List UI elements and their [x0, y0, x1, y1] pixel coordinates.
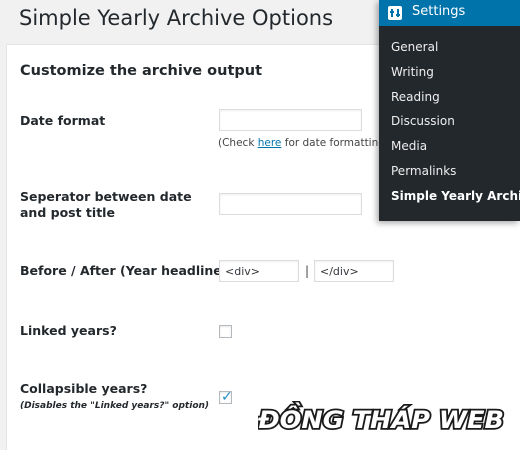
- menu-item-general[interactable]: General: [391, 40, 438, 54]
- before-after-separator: |: [305, 264, 310, 278]
- separator-input[interactable]: [219, 193, 362, 215]
- collapsible-years-label: Collapsible years?: [20, 381, 148, 396]
- page-title: Simple Yearly Archive Options: [19, 6, 334, 30]
- date-format-help-link[interactable]: here: [258, 137, 282, 149]
- checkmark-icon: ✓: [221, 389, 233, 405]
- collapsible-years-hint: (Disables the "Linked years?" option): [20, 401, 210, 411]
- settings-icon: [388, 6, 402, 20]
- menu-item-discussion[interactable]: Discussion: [391, 114, 455, 128]
- date-format-input[interactable]: [219, 109, 362, 131]
- collapsible-years-checkbox[interactable]: ✓: [219, 389, 233, 405]
- svg-text:ĐỒNG THÁP WEB: ĐỒNG THÁP WEB: [258, 401, 504, 434]
- linked-years-label: Linked years?: [20, 323, 117, 338]
- menu-item-simple-yearly-archive[interactable]: Simple Yearly Archive: [391, 189, 520, 203]
- menu-item-permalinks[interactable]: Permalinks: [391, 164, 456, 178]
- date-format-description: (Check here for date formatting): [218, 137, 390, 149]
- before-after-label: Before / After (Year headline): [20, 263, 228, 278]
- menu-item-reading[interactable]: Reading: [391, 90, 440, 104]
- menu-header-settings[interactable]: Settings: [379, 0, 520, 26]
- linked-years-checkbox[interactable]: [219, 325, 232, 338]
- after-input[interactable]: [314, 260, 394, 282]
- section-title: Customize the archive output: [20, 63, 263, 79]
- watermark-logo: ĐỒNG THÁP WEB: [258, 401, 506, 435]
- menu-item-writing[interactable]: Writing: [391, 65, 434, 79]
- date-format-label: Date format: [20, 113, 106, 128]
- menu-header-label: Settings: [412, 4, 466, 19]
- menu-item-media[interactable]: Media: [391, 139, 427, 153]
- before-input[interactable]: [219, 260, 299, 282]
- separator-label: Seperator between date and post title: [20, 189, 192, 220]
- settings-dropdown-menu: Settings General Writing Reading Discuss…: [379, 0, 520, 221]
